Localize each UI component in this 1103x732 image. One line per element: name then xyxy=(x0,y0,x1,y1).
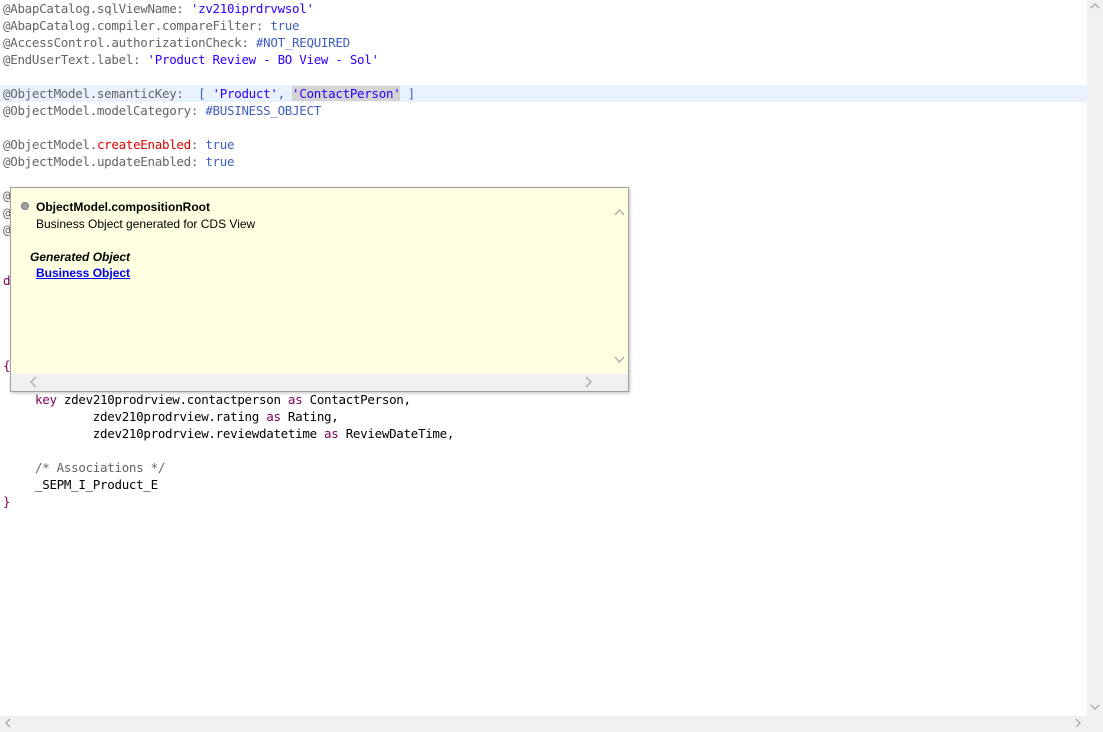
chevron-right-icon[interactable] xyxy=(585,376,593,392)
annotation: @ObjectModel. xyxy=(3,137,97,152)
popup-description: Business Object generated for CDS View xyxy=(36,217,256,231)
code-line-6: @ObjectModel.modelCategory: #BUSINESS_OB… xyxy=(3,102,321,119)
field-expression: zdev210prodrview.reviewdatetime xyxy=(35,426,325,441)
annotation: @AccessControl.authorizationCheck: xyxy=(3,35,256,50)
info-bullet-icon xyxy=(21,202,29,210)
field-alias: Rating, xyxy=(280,409,339,424)
code-line-8: @ObjectModel.updateEnabled: true xyxy=(3,153,235,170)
annotation-value: true xyxy=(270,18,300,33)
popup-content: ObjectModel.compositionRoot Business Obj… xyxy=(19,198,609,280)
code-line-14: key zdev210prodrview.contactperson as Co… xyxy=(35,391,411,408)
association-name: _SEPM_I_Product_E xyxy=(35,477,158,492)
code-line-16: zdev210prodrview.reviewdatetime as Revie… xyxy=(35,425,455,442)
annotation-value: true xyxy=(205,154,235,169)
bracket: ] xyxy=(400,86,416,101)
keyword: as xyxy=(324,426,339,441)
code-line-18: _SEPM_I_Product_E xyxy=(35,476,158,493)
editor-vertical-scrollbar[interactable] xyxy=(1087,0,1103,716)
chevron-up-icon[interactable] xyxy=(1090,1,1100,13)
annotation: @EndUserText.label: xyxy=(3,52,148,67)
editor-horizontal-scrollbar[interactable] xyxy=(0,716,1087,732)
scroll-corner xyxy=(1087,716,1103,732)
popup-vertical-scrollbar[interactable] xyxy=(611,198,628,374)
annotation: @ObjectModel.semanticKey: xyxy=(3,86,199,101)
chevron-up-icon[interactable] xyxy=(614,208,625,220)
string-literal: 'Product' xyxy=(212,86,278,101)
chevron-down-icon[interactable] xyxy=(1090,703,1100,715)
annotation-key: updateEnabled xyxy=(96,154,191,169)
chevron-left-icon[interactable] xyxy=(29,376,37,392)
keyword: as xyxy=(266,409,281,424)
keyword: key xyxy=(35,392,57,407)
code-line-17: /* Associations */ xyxy=(35,459,165,476)
field-expression: zdev210prodrview.rating xyxy=(35,409,267,424)
code-editor[interactable]: @AbapCatalog.sqlViewName: 'zv210iprdrvws… xyxy=(0,0,1103,732)
bracket: [ xyxy=(198,86,213,101)
annotation: @AbapCatalog.compiler.compareFilter: xyxy=(3,18,271,33)
annotation: : xyxy=(190,137,206,152)
selected-string-literal: 'ContactPerson' xyxy=(292,86,401,101)
keyword: as xyxy=(287,392,303,407)
string-literal: 'zv210iprdrvwsol' xyxy=(190,1,314,16)
code-line-4: @EndUserText.label: 'Product Review - BO… xyxy=(3,51,379,68)
popup-scroll-corner xyxy=(611,374,628,391)
hover-info-popup[interactable]: ObjectModel.compositionRoot Business Obj… xyxy=(10,187,629,392)
popup-title-row: ObjectModel.compositionRoot xyxy=(19,198,609,214)
annotation: @ObjectModel.modelCategory: xyxy=(3,103,206,118)
annotation: @AbapCatalog.sqlViewName: xyxy=(3,1,191,16)
field-expression: zdev210prodrview.contactperson xyxy=(56,392,288,407)
comment: /* Associations */ xyxy=(35,460,166,475)
chevron-left-icon[interactable] xyxy=(4,718,11,732)
popup-horizontal-scrollbar[interactable] xyxy=(11,374,611,391)
code-line-7: @ObjectModel.createEnabled: true xyxy=(3,136,235,153)
code-line-2: @AbapCatalog.compiler.compareFilter: tru… xyxy=(3,17,300,34)
annotation-value: true xyxy=(205,137,235,152)
code-line-1: @AbapCatalog.sqlViewName: 'zv210iprdrvws… xyxy=(3,0,314,17)
field-alias: ContactPerson, xyxy=(302,392,411,407)
string-literal: 'Product Review - BO View - Sol' xyxy=(147,52,380,67)
annotation-value: #NOT_REQUIRED xyxy=(255,35,350,50)
annotation: : xyxy=(190,154,206,169)
annotation-value: #BUSINESS_OBJECT xyxy=(205,103,321,118)
code-line-15: zdev210prodrview.rating as Rating, xyxy=(35,408,339,425)
field-alias: ReviewDateTime, xyxy=(338,426,455,441)
code-line-19: } xyxy=(3,493,11,510)
business-object-link[interactable]: Business Object xyxy=(36,266,130,280)
chevron-right-icon[interactable] xyxy=(1075,718,1082,732)
popup-title: ObjectModel.compositionRoot xyxy=(36,200,210,214)
annotation-key-error: createEnabled xyxy=(96,137,191,152)
annotation: @ObjectModel. xyxy=(3,154,97,169)
separator: , xyxy=(277,86,293,101)
close-brace: } xyxy=(3,494,11,509)
code-line-3: @AccessControl.authorizationCheck: #NOT_… xyxy=(3,34,350,51)
popup-section-heading: Generated Object xyxy=(30,250,131,264)
code-line-5: @ObjectModel.semanticKey: [ 'Product', '… xyxy=(3,85,415,102)
chevron-down-icon[interactable] xyxy=(614,356,625,368)
